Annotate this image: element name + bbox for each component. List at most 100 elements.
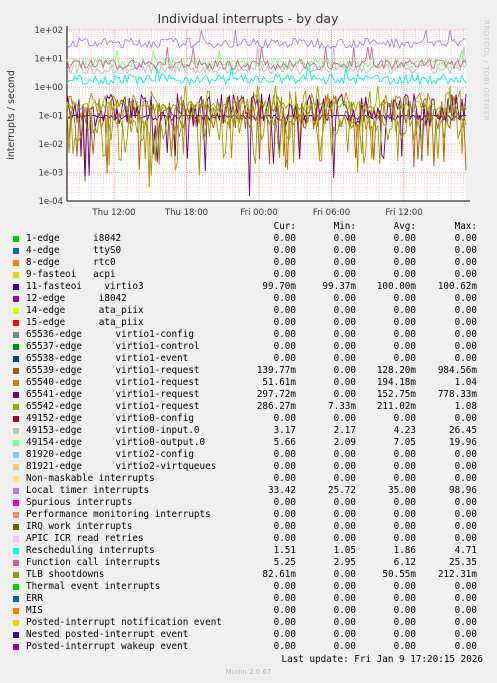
legend-series-name: Spurious interrupts [26, 497, 133, 508]
legend-avg-value: 0.00 [393, 593, 416, 604]
legend-avg-value: 211.02m [376, 401, 416, 412]
legend-row: 12-edge i8042 0.00 0.00 0.00 0.00 [0, 293, 497, 305]
legend-series-name: MIS [26, 605, 43, 616]
legend-series-name: Nested posted-interrupt event [26, 629, 189, 640]
legend-max-value: 0.00 [454, 509, 477, 520]
legend-row: 1-edge i8042 0.00 0.00 0.00 0.00 [0, 233, 497, 245]
legend-swatch [13, 392, 19, 398]
legend-max-value: 0.00 [454, 473, 477, 484]
legend-series-name: 49154-edge virtio0-output.0 [26, 437, 206, 448]
legend-avg-value: 0.00 [393, 305, 416, 316]
legend-avg-value: 6.12 [393, 557, 416, 568]
legend-swatch [13, 260, 19, 266]
legend-max-value: 0.00 [454, 329, 477, 340]
legend-series-name: 15-edge ata_piix [26, 317, 144, 328]
legend-series-name: 1-edge i8042 [26, 233, 122, 244]
legend-avg-value: 0.00 [393, 461, 416, 472]
y-tick-label: 1e-01 [38, 112, 63, 122]
legend-row: Rescheduling interrupts 1.51 1.05 1.86 4.71 [0, 545, 497, 557]
legend-swatch [13, 644, 19, 650]
x-tick-label: Thu 12:00 [91, 208, 135, 218]
legend-row: 49153-edge virtio0-input.0 3.17 2.17 4.23 26… [0, 425, 497, 437]
legend-series-name: 9-fasteoi acpi [26, 269, 116, 280]
legend-row: 65537-edge virtio1-control 0.00 0.00 0.00 0.… [0, 341, 497, 353]
x-tick-label: Fri 06:00 [313, 208, 350, 218]
legend-row: 15-edge ata_piix 0.00 0.00 0.00 0.00 [0, 317, 497, 329]
legend-series-name: Function call interrupts [26, 557, 161, 568]
legend-swatch [13, 536, 19, 542]
legend-row: MIS 0.00 0.00 0.00 0.00 [0, 605, 497, 617]
chart-title: Individual interrupts - by day [158, 11, 340, 26]
y-tick-label: 1e+00 [34, 83, 63, 93]
legend-series-name: 81920-edge virtio2-config [26, 449, 194, 460]
legend-series-name: IRQ work interrupts [26, 521, 133, 532]
legend-avg-value: 0.00 [393, 533, 416, 544]
x-tick-label: Thu 18:00 [164, 208, 208, 218]
legend-max-value: 4.71 [454, 545, 477, 556]
legend-row: 14-edge ata_piix 0.00 0.00 0.00 0.00 [0, 305, 497, 317]
legend-row: 65541-edge virtio1-request 297.72m 0.00 152… [0, 389, 497, 401]
legend-series-name: 65541-edge virtio1-request [26, 389, 200, 400]
legend-swatch [13, 320, 19, 326]
legend-avg-value: 7.05 [393, 437, 416, 448]
legend-max-value: 25.35 [449, 557, 477, 568]
legend-row: 81921-edge virtio2-virtqueues 0.00 0.00 0.0… [0, 461, 497, 473]
legend-max-value: 0.00 [454, 233, 477, 244]
legend-swatch [13, 236, 19, 242]
legend-series-name: 65536-edge virtio1-config [26, 329, 194, 340]
legend-avg-value: 0.00 [393, 269, 416, 280]
legend-swatch [13, 500, 19, 506]
legend-avg-value: 0.00 [393, 233, 416, 244]
legend-row: 65542-edge virtio1-request 286.27m 7.33m 21… [0, 401, 497, 413]
legend-series-name: Posted-interrupt wakeup event [26, 641, 189, 652]
legend-series-name: 65540-edge virtio1-request [26, 377, 200, 388]
legend-max-value: 0.00 [454, 593, 477, 604]
legend-swatch [13, 572, 19, 578]
legend-swatch [13, 608, 19, 614]
legend-series-name: 8-edge rtc0 [26, 257, 116, 268]
y-tick-label: 1e-04 [38, 197, 63, 207]
legend-max-value: 0.00 [454, 413, 477, 424]
legend-max-value: 100.62m [437, 281, 477, 292]
legend-swatch [13, 596, 19, 602]
legend-series-name: APIC ICR read retries [26, 533, 144, 544]
last-update: Last update: Fri Jan 9 17:20:15 2026 [281, 654, 484, 665]
legend-row: Local timer interrupts 33.42 25.72 35.00 98.… [0, 485, 497, 497]
legend-swatch [13, 356, 19, 362]
legend-swatch [13, 272, 19, 278]
legend-max-value: 984.56m [437, 365, 477, 376]
legend-avg-value: 152.75m [376, 389, 416, 400]
legend-swatch [13, 548, 19, 554]
legend-swatch [13, 512, 19, 518]
legend-max-value: 212.31m [437, 569, 477, 580]
legend-max-value: 0.00 [454, 521, 477, 532]
legend-row: ERR 0.00 0.00 0.00 0.00 [0, 593, 497, 605]
legend-swatch [13, 404, 19, 410]
legend-max-value: 0.00 [454, 293, 477, 304]
legend-avg-value: 0.00 [393, 617, 416, 628]
legend-series-name: 4-edge ttyS0 [26, 245, 122, 256]
legend-row: TLB shootdowns 82.61m 0.00 50.55m 212.31m [0, 569, 497, 581]
legend-series-name: Rescheduling interrupts [26, 545, 155, 556]
legend-row: IRQ work interrupts 0.00 0.00 0.00 0.00 [0, 521, 497, 533]
x-tick-label: Fri 00:00 [240, 208, 277, 218]
legend-series-name: TLB shootdowns [26, 569, 105, 580]
legend-swatch [13, 296, 19, 302]
legend-avg-value: 128.20m [376, 365, 416, 376]
legend-header-max: Max: [454, 221, 477, 232]
legend-max-value: 26.45 [449, 425, 477, 436]
legend-max-value: 19.96 [449, 437, 477, 448]
legend-swatch [13, 476, 19, 482]
y-tick-label: 1e-03 [38, 169, 63, 179]
legend-row: Spurious interrupts 0.00 0.00 0.00 0.00 [0, 497, 497, 509]
legend-row: Nested posted-interrupt event 0.00 0.00 0.0… [0, 629, 497, 641]
legend-row: 49154-edge virtio0-output.0 5.66 2.09 7.05 1… [0, 437, 497, 449]
legend-avg-value: 0.00 [393, 293, 416, 304]
legend-avg-value: 4.23 [393, 425, 416, 436]
legend-swatch [13, 524, 19, 530]
legend-swatch [13, 428, 19, 434]
legend-avg-value: 0.00 [393, 245, 416, 256]
legend-avg-value: 0.00 [393, 341, 416, 352]
legend-series-name: 65539-edge virtio1-request [26, 365, 200, 376]
legend-max-value: 0.00 [454, 461, 477, 472]
